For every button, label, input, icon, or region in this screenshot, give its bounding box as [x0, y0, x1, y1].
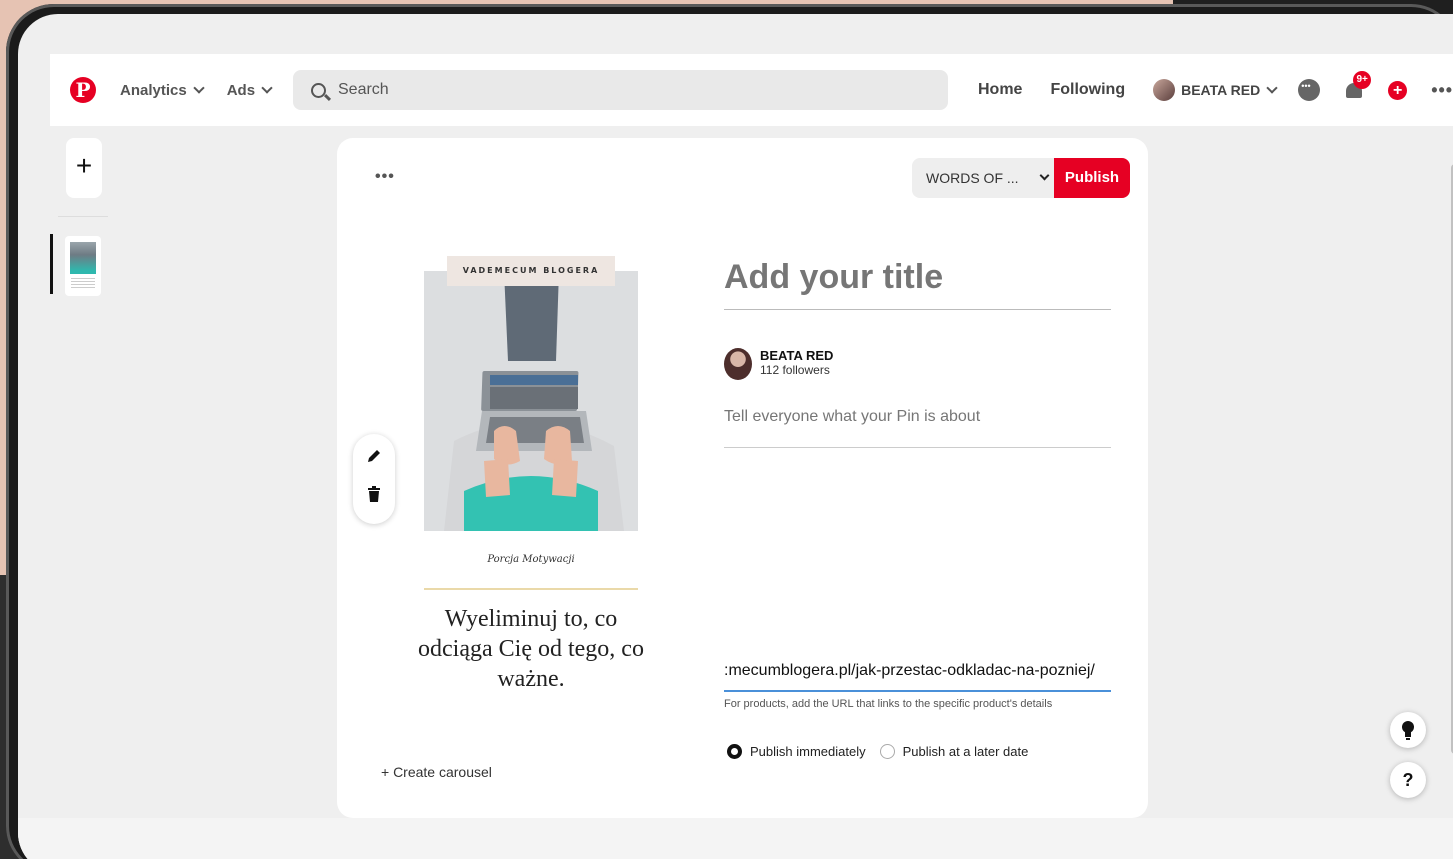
nav-following[interactable]: Following	[1050, 81, 1125, 99]
publish-timing: Publish immediately Publish at a later d…	[727, 744, 1042, 759]
author-block: BEATA RED 112 followers	[724, 348, 833, 380]
add-pin-button[interactable]: +	[66, 138, 102, 198]
create-carousel-link[interactable]: + Create carousel	[381, 764, 492, 780]
screen: P Analytics Ads Search Home Following BE…	[18, 14, 1453, 859]
search-icon	[311, 82, 326, 98]
publish-later-label: Publish at a later date	[902, 744, 1029, 759]
tablet-frame: P Analytics Ads Search Home Following BE…	[6, 4, 1453, 859]
notifications-badge: 9+	[1353, 71, 1372, 89]
thumbnail-text	[71, 278, 95, 288]
search-placeholder: Search	[338, 81, 389, 98]
top-navigation-bar: P Analytics Ads Search Home Following BE…	[50, 54, 1453, 126]
pin-preview: VADEMECUM BLOGERA Porcja Motywacji Wyeli…	[375, 218, 687, 738]
radio-publish-later[interactable]	[879, 744, 895, 759]
avatar	[724, 348, 752, 380]
pinterest-logo-icon[interactable]: P	[70, 77, 96, 103]
pin-quote: Wyeliminuj to, co odciąga Cię od tego, c…	[418, 606, 644, 692]
trash-icon[interactable]	[368, 486, 380, 502]
question-icon[interactable]: ?	[1390, 762, 1426, 798]
search-input[interactable]: Search	[293, 70, 948, 110]
author-followers: 112 followers	[760, 363, 830, 377]
lightbulb-icon[interactable]	[1390, 712, 1426, 748]
more-icon[interactable]: •••	[1431, 80, 1453, 101]
left-rail: +	[50, 126, 110, 818]
nav-home-label: Home	[978, 81, 1023, 98]
chat-icon[interactable]	[1298, 79, 1321, 101]
pin-header-label: VADEMECUM BLOGERA	[447, 256, 615, 286]
draft-thumbnail[interactable]	[65, 236, 101, 296]
active-indicator	[50, 234, 53, 294]
nav-ads[interactable]: Ads	[226, 81, 273, 99]
nav-analytics[interactable]: Analytics	[120, 81, 205, 99]
chevron-down-icon	[1266, 81, 1278, 94]
nav-analytics-label: Analytics	[120, 81, 187, 99]
lightbulb-icon-glyph	[1402, 721, 1414, 740]
image-tools	[353, 434, 395, 524]
nav-following-label: Following	[1050, 81, 1126, 98]
publish-button[interactable]: Publish	[1054, 158, 1130, 198]
author-name: BEATA RED	[760, 348, 834, 363]
more-options-icon[interactable]: •••	[375, 168, 395, 186]
right-navigation: Home Following BEATA RED 9+ + •••	[978, 70, 1453, 110]
profile-name: BEATA RED	[1181, 82, 1261, 98]
board-select[interactable]: WORDS OF ...	[912, 158, 1054, 198]
thumbnail-image	[70, 242, 96, 274]
publish-immediately-label: Publish immediately	[750, 744, 866, 759]
pin-divider	[424, 588, 638, 590]
chevron-down-icon	[193, 81, 205, 94]
nav-ads-label: Ads	[226, 81, 256, 99]
nav-home[interactable]: Home	[978, 81, 1022, 99]
url-hint: For products, add the URL that links to …	[724, 698, 1053, 710]
pin-image	[424, 271, 638, 531]
radio-publish-immediately[interactable]	[727, 744, 742, 759]
divider	[58, 216, 108, 217]
destination-link-input[interactable]: :mecumblogera.pl/jak-przestac-odkladac-n…	[724, 662, 1111, 692]
title-input[interactable]: Add your title	[724, 258, 1111, 310]
pin-caption: Porcja Motywacji	[487, 554, 575, 565]
bell-icon[interactable]: 9+	[1344, 71, 1372, 101]
profile-menu[interactable]: BEATA RED	[1153, 79, 1278, 101]
plus-circle-icon[interactable]: +	[1388, 80, 1408, 100]
bottom-bezel-strip	[18, 818, 1453, 859]
description-input[interactable]: Tell everyone what your Pin is about	[724, 408, 1111, 448]
pin-editor-card: ••• WORDS OF ... Publish VADEMECUM BLOGE…	[337, 138, 1148, 818]
pencil-icon[interactable]	[366, 448, 382, 464]
chevron-down-icon	[261, 81, 273, 94]
laptop-photo	[424, 271, 638, 531]
chevron-down-icon	[1039, 170, 1050, 181]
board-select-label: WORDS OF ...	[926, 170, 1019, 186]
avatar	[1153, 79, 1176, 101]
